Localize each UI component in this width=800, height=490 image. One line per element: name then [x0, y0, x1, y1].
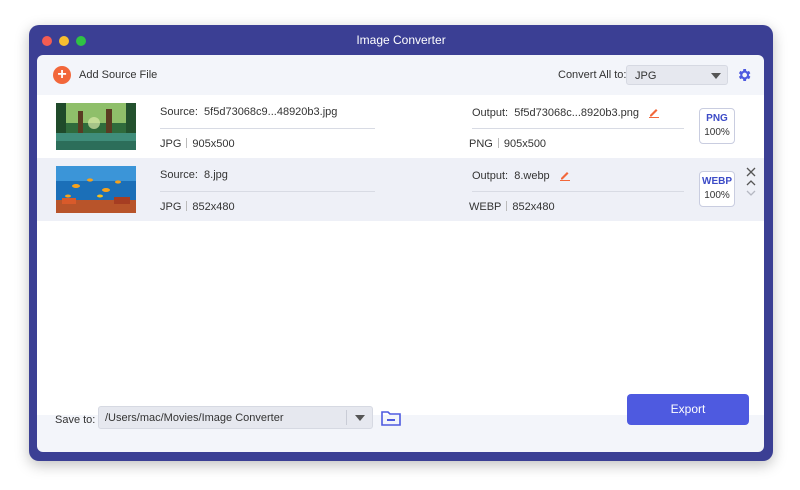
badge-format: WEBP: [702, 176, 732, 187]
main-content: + Add Source File Convert All to: JPG So…: [37, 55, 764, 452]
save-path-select[interactable]: /Users/mac/Movies/Image Converter: [98, 406, 373, 429]
file-row[interactable]: Source: 8.jpg JPG 852x480 Output: 8.webp: [37, 158, 764, 221]
chevron-down-icon: [355, 415, 365, 421]
folder-icon[interactable]: [381, 409, 401, 427]
close-icon[interactable]: [746, 167, 756, 177]
output-meta: WEBP 852x480: [469, 201, 555, 213]
source-divider: [160, 128, 375, 129]
edit-icon[interactable]: [559, 169, 571, 181]
output-meta: PNG 905x500: [469, 138, 546, 150]
output-settings-badge[interactable]: PNG 100%: [699, 108, 735, 144]
source-filename: Source: 8.jpg: [160, 169, 228, 181]
select-divider: [346, 410, 347, 425]
output-size: 852x480: [512, 201, 555, 213]
gear-icon[interactable]: [736, 67, 752, 83]
output-filename: Output: 5f5d73068c...8920b3.png: [472, 106, 660, 119]
window-title: Image Converter: [356, 33, 446, 47]
add-source-file-button[interactable]: + Add Source File: [53, 66, 157, 84]
badge-quality: 100%: [704, 127, 730, 138]
source-format: JPG: [160, 201, 182, 213]
title-bar[interactable]: Image Converter: [29, 25, 773, 55]
source-size: 905x500: [192, 138, 235, 150]
output-divider: [472, 128, 684, 129]
output-filename: Output: 8.webp: [472, 169, 571, 182]
source-filename: Source: 5f5d73068c9...48920b3.jpg: [160, 106, 338, 118]
convert-all-value: JPG: [635, 70, 657, 82]
source-meta: JPG 852x480: [160, 201, 235, 213]
output-size: 905x500: [503, 138, 547, 150]
source-meta: JPG 905x500: [160, 138, 235, 150]
output-format: WEBP: [469, 201, 502, 213]
convert-all-label: Convert All to:: [558, 69, 627, 81]
toolbar: + Add Source File Convert All to: JPG: [37, 55, 764, 95]
footer: Save to: /Users/mac/Movies/Image Convert…: [37, 394, 764, 452]
app-window: Image Converter + Add Source File Conver…: [29, 25, 773, 461]
chevron-up-icon[interactable]: [746, 179, 756, 187]
save-to-label: Save to:: [55, 414, 96, 426]
source-size: 852x480: [192, 201, 235, 213]
file-thumbnail: [56, 103, 136, 150]
add-source-file-label: Add Source File: [79, 69, 158, 81]
badge-format: PNG: [706, 113, 728, 124]
chevron-down-icon: [711, 73, 721, 79]
plus-icon: +: [53, 66, 71, 84]
convert-all-select[interactable]: JPG: [626, 65, 728, 85]
file-thumbnail: [56, 166, 136, 213]
source-divider: [160, 191, 375, 192]
output-settings-badge[interactable]: WEBP 100%: [699, 171, 735, 207]
edit-icon[interactable]: [648, 106, 660, 118]
chevron-down-icon[interactable]: [746, 189, 756, 197]
export-button[interactable]: Export: [627, 394, 749, 425]
badge-quality: 100%: [704, 190, 730, 201]
output-divider: [472, 191, 684, 192]
file-row[interactable]: Source: 5f5d73068c9...48920b3.jpg JPG 905…: [37, 95, 764, 158]
save-path-value: /Users/mac/Movies/Image Converter: [105, 412, 284, 424]
source-format: JPG: [160, 138, 182, 150]
file-list: Source: 5f5d73068c9...48920b3.jpg JPG 905…: [37, 95, 764, 415]
output-format: PNG: [469, 138, 493, 150]
